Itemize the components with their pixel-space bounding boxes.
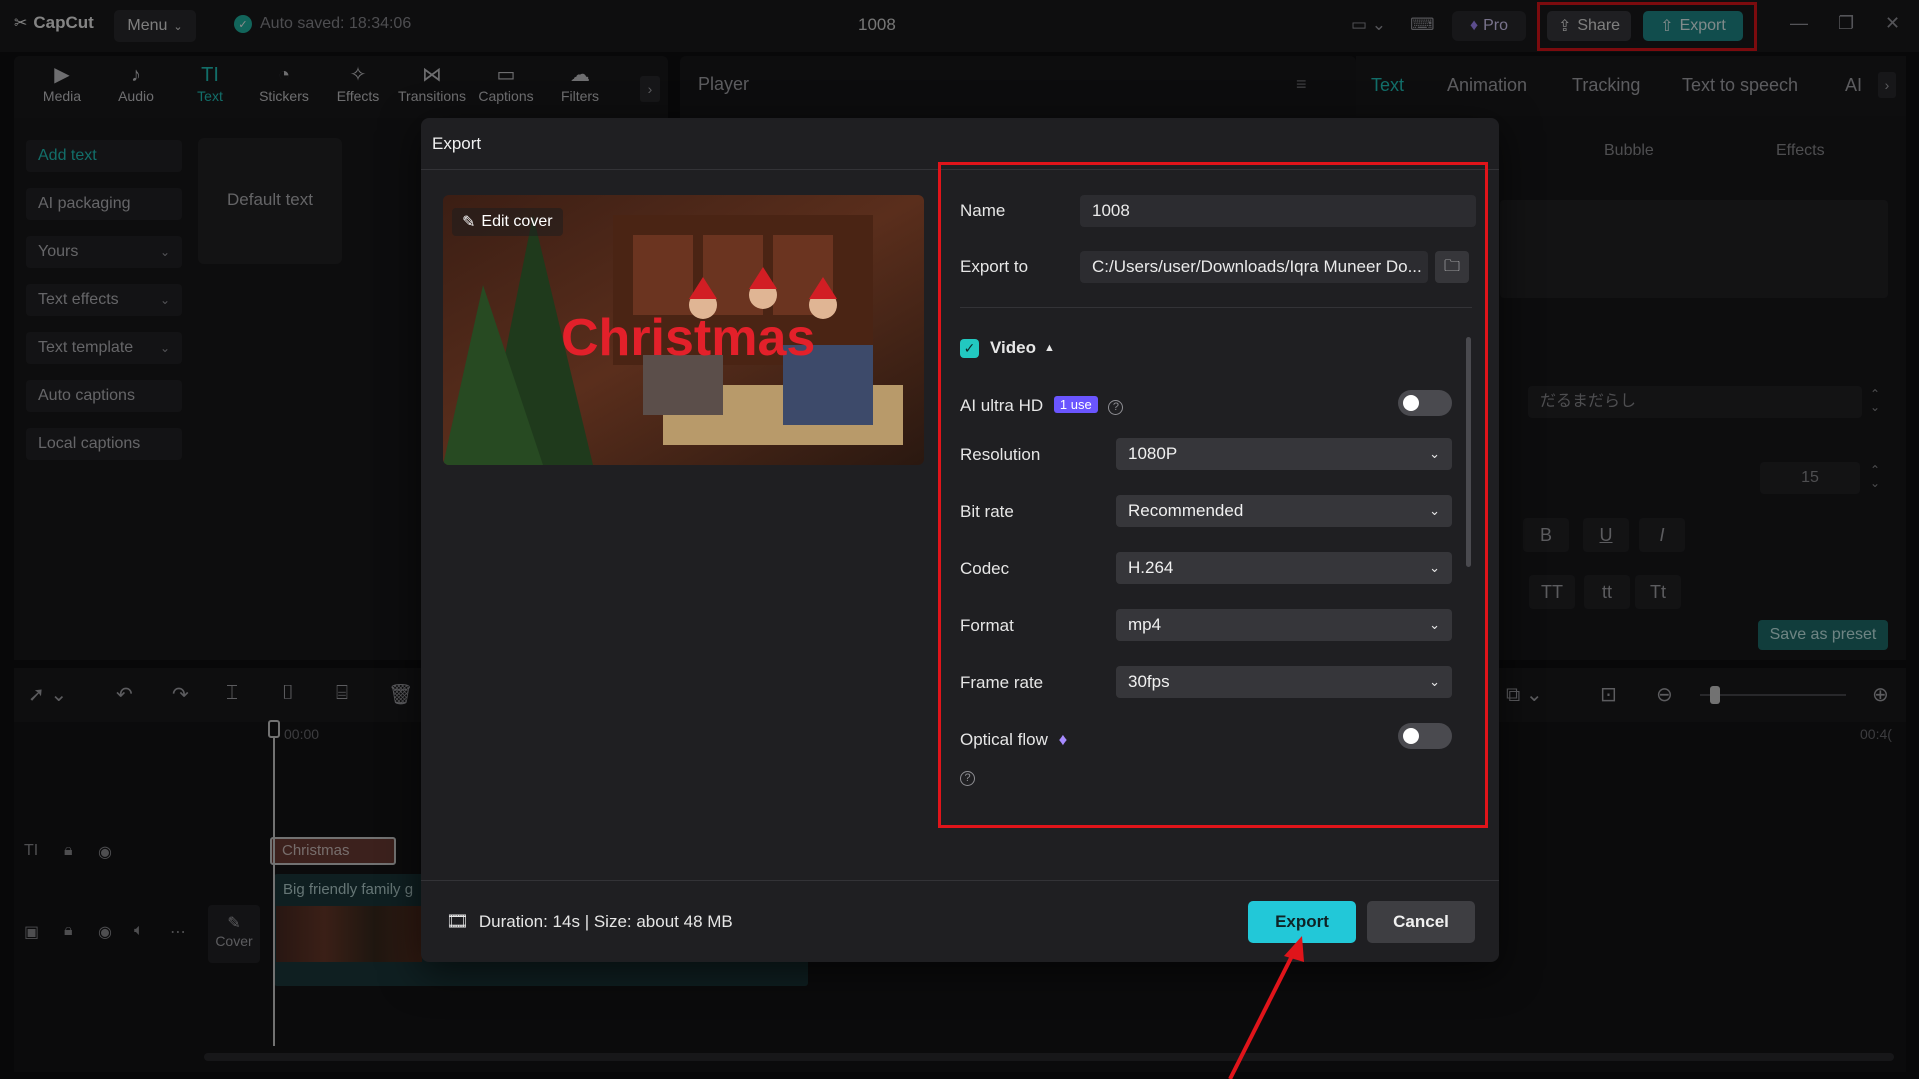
cancel-button[interactable]: Cancel	[1367, 901, 1475, 943]
edit-cover-button[interactable]: ✎ Edit cover	[452, 208, 563, 236]
annotation-arrow	[1228, 936, 1304, 1079]
capcut-window: ✂ CapCut Menu ⌄ ✓ Auto saved: 18:34:06 1…	[0, 0, 1919, 1079]
edit-cover-label: Edit cover	[481, 213, 553, 230]
film-icon: 🎞︎	[446, 911, 469, 931]
duration-info: 🎞︎ Duration: 14s | Size: about 48 MB	[446, 911, 733, 932]
pencil-icon: ✎	[462, 214, 476, 231]
duration-text: Duration: 14s | Size: about 48 MB	[478, 911, 733, 931]
cover-caption: Christmas	[561, 309, 815, 367]
dialog-title: Export	[432, 134, 482, 153]
footer-divider	[421, 880, 1499, 881]
annotation-highlight-settings	[938, 162, 1488, 828]
